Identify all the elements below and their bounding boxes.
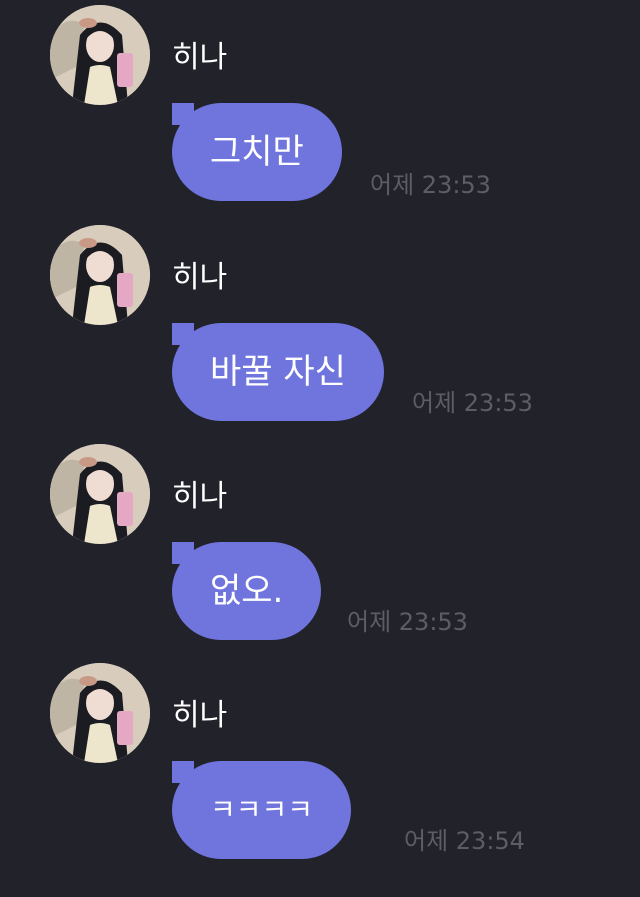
message-row: 히나 없오. 어제 23:53 [0, 439, 640, 649]
message-bubble[interactable]: 바꿀 자신 [172, 323, 384, 421]
message-bubble[interactable]: 없오. [172, 542, 322, 640]
message-bubble[interactable]: 그치만 [172, 103, 342, 201]
avatar[interactable] [50, 225, 150, 325]
message-timestamp: 어제 23:53 [370, 171, 491, 199]
sender-name: 히나 [172, 260, 228, 295]
avatar[interactable] [50, 5, 150, 105]
avatar[interactable] [50, 444, 150, 544]
message-row: 히나 ㅋㅋㅋㅋ 어제 23:54 [0, 658, 640, 868]
message-bubble[interactable]: ㅋㅋㅋㅋ [172, 761, 352, 859]
message-row: 히나 바꿀 자신 어제 23:53 [0, 220, 640, 430]
message-timestamp: 어제 23:53 [412, 389, 533, 417]
sender-name: 히나 [172, 40, 228, 75]
message-row: 히나 그치만 어제 23:53 [0, 0, 640, 210]
sender-name: 히나 [172, 479, 228, 514]
chat-thread: 히나 그치만 어제 23:53 히나 바꿀 자신 어제 23:53 히나 없오.… [0, 0, 640, 897]
avatar[interactable] [50, 663, 150, 763]
message-timestamp: 어제 23:53 [347, 608, 468, 636]
message-timestamp: 어제 23:54 [404, 827, 525, 855]
sender-name: 히나 [172, 698, 228, 733]
